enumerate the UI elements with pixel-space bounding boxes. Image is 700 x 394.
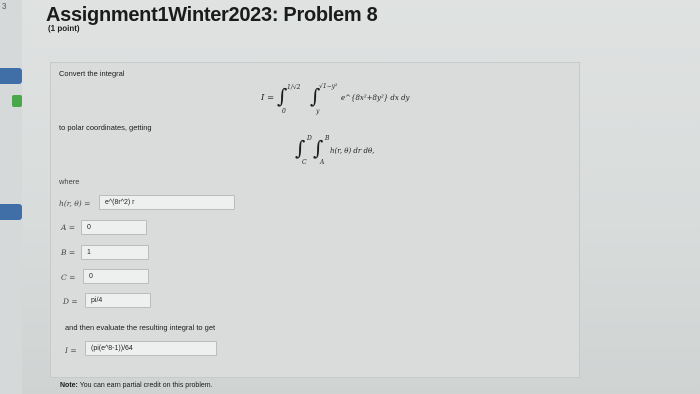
outer-upper-limit: 1/√2 — [287, 84, 301, 91]
polar-outer-upper: D — [307, 135, 312, 142]
problem-page: 3 Assignment1Winter2023: Problem 8 (1 po… — [0, 0, 700, 394]
note-prefix: Note: — [60, 382, 78, 389]
polar-inner-upper: B — [325, 135, 330, 142]
a-label: A = — [61, 223, 76, 232]
problem-panel: Convert the integral I = ∫ 1/√2 0 ∫ √1−y… — [50, 62, 580, 378]
inner-lower-limit: y — [316, 108, 320, 115]
status-indicator — [12, 95, 22, 107]
intro-text: Convert the integral — [59, 69, 125, 78]
note-text: You can earn partial credit on this prob… — [79, 382, 213, 389]
h-answer-input[interactable]: e^(8r^2) r — [99, 195, 235, 210]
points-label: (1 point) — [48, 24, 80, 33]
sidebar-number: 3 — [2, 2, 7, 11]
partial-credit-note: Note: You can earn partial credit on thi… — [60, 382, 213, 389]
middle-text: to polar coordinates, getting — [59, 123, 152, 132]
d-label: D = — [63, 297, 78, 306]
integrand: e^{8x²+8y²} dx dy — [341, 94, 410, 102]
polar-inner-integral-sign: ∫ — [313, 136, 324, 160]
sidebar-tab[interactable] — [0, 68, 22, 84]
outer-integral-sign: ∫ — [277, 84, 288, 108]
polar-integrand: h(r, θ) dr dθ, — [330, 147, 375, 155]
page-title: Assignment1Winter2023: Problem 8 — [46, 4, 378, 26]
result-answer-input[interactable]: (pi(e^8-1))/64 — [85, 341, 217, 356]
result-label: I = — [65, 346, 77, 355]
a-answer-input[interactable]: 0 — [81, 220, 147, 235]
where-text: where — [59, 177, 80, 186]
c-label: C = — [61, 273, 76, 282]
polar-outer-integral-sign: ∫ — [295, 136, 306, 160]
c-answer-input[interactable]: 0 — [83, 269, 149, 284]
left-window-strip: 3 — [0, 0, 22, 394]
polar-inner-lower: A — [320, 159, 325, 166]
d-answer-input[interactable]: pi/4 — [85, 293, 151, 308]
b-label: B = — [61, 248, 76, 257]
sidebar-tab[interactable] — [0, 204, 22, 220]
integral-lhs: I = — [261, 93, 275, 103]
h-label: h(r, θ) = — [59, 199, 91, 208]
b-answer-input[interactable]: 1 — [81, 245, 149, 260]
polar-outer-lower: C — [302, 159, 307, 166]
evaluate-text: and then evaluate the resulting integral… — [65, 323, 216, 332]
outer-lower-limit: 0 — [282, 108, 286, 115]
inner-upper-limit: √1−y² — [319, 83, 338, 90]
